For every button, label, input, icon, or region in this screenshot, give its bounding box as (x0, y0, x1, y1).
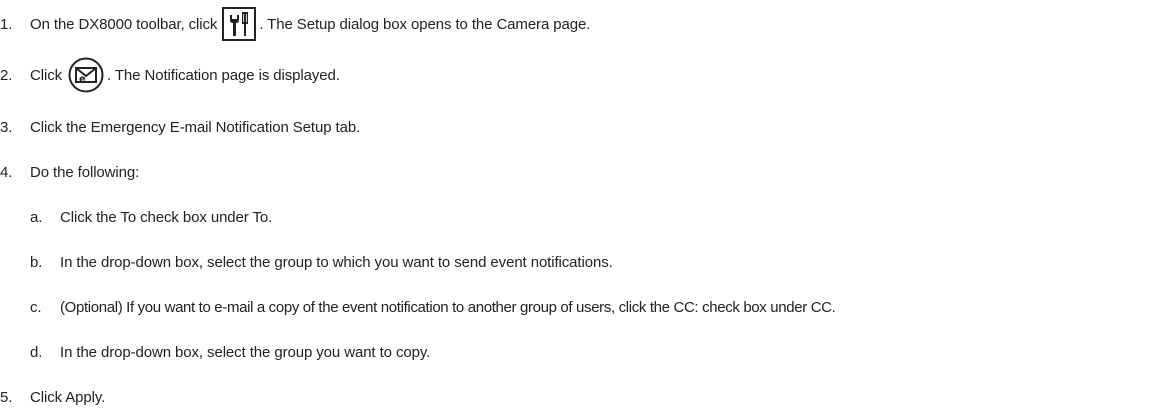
svg-text:e: e (79, 74, 86, 85)
step-number: 1. (0, 15, 13, 33)
substep-text: (Optional) If you want to e-mail a copy … (60, 298, 836, 316)
step-text: Click the Emergency E-mail Notification … (30, 118, 361, 136)
step-number: 4. (0, 163, 13, 181)
substep-text: In the drop-down box, select the group y… (60, 343, 431, 361)
substep-b: b. In the drop-down box, select the grou… (30, 251, 613, 273)
substep-text: Click the To check box under To. (60, 208, 273, 226)
step-number: 5. (0, 388, 13, 406)
notification-envelope-icon: e (68, 57, 104, 93)
step-5: 5. Click Apply. (0, 386, 105, 408)
substep-letter: d. (30, 343, 43, 361)
substep-d: d. In the drop-down box, select the grou… (30, 341, 430, 363)
setup-tools-icon (222, 7, 257, 41)
step-2: 2. Click e . The Notification page is di… (0, 55, 340, 95)
step-1: 1. On the DX8000 toolbar, click . The Se… (0, 6, 590, 42)
step-text-after: . The Setup dialog box opens to the Came… (259, 15, 591, 33)
step-text: Do the following: (30, 163, 140, 181)
substep-text: In the drop-down box, select the group t… (60, 253, 613, 271)
step-3: 3. Click the Emergency E-mail Notificati… (0, 116, 360, 138)
step-number: 2. (0, 66, 13, 84)
step-text: Click (30, 66, 62, 84)
step-text-after: . The Notification page is displayed. (107, 66, 340, 84)
substep-letter: c. (30, 298, 42, 316)
step-text: On the DX8000 toolbar, click (30, 15, 218, 33)
substep-letter: b. (30, 253, 43, 271)
step-4: 4. Do the following: (0, 161, 139, 183)
substep-a: a. Click the To check box under To. (30, 206, 272, 228)
step-text: Click Apply. (30, 388, 106, 406)
substep-c: c. (Optional) If you want to e-mail a co… (30, 296, 836, 318)
step-number: 3. (0, 118, 13, 136)
substep-letter: a. (30, 208, 43, 226)
